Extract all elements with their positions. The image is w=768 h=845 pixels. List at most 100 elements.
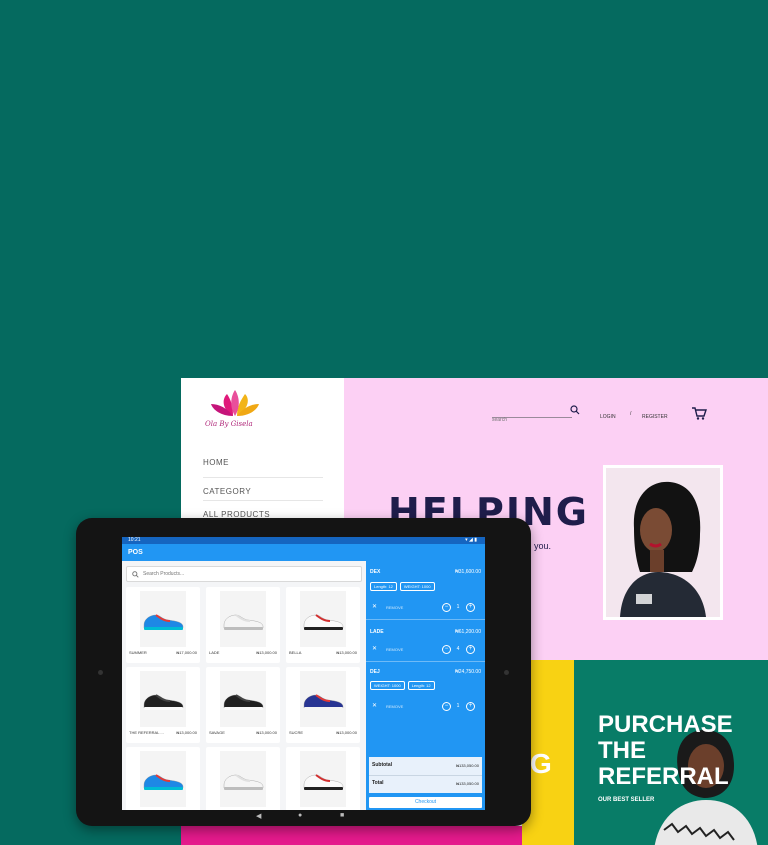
back-icon[interactable]: ◀ <box>256 812 261 820</box>
product-card[interactable]: SAVAGE ₦13,000.00 <box>206 667 280 743</box>
option-chip: WEIGHT: 1000 <box>399 582 435 591</box>
promo-banner[interactable]: PURCHASE THE REFERRAL OUR BEST SELLER <box>574 660 768 845</box>
product-name: LADE <box>209 650 220 655</box>
app-bar: POS <box>122 544 485 561</box>
logo-script-text: Ola By Gisela <box>205 420 253 428</box>
search-icon[interactable] <box>570 405 580 415</box>
status-time: 10:21 <box>128 537 141 543</box>
brand-logo[interactable]: Ola By Gisela <box>203 390 273 436</box>
divider <box>366 619 485 620</box>
remove-button[interactable]: REMOVE <box>386 704 403 709</box>
increment-button[interactable]: + <box>466 645 475 654</box>
product-image <box>220 751 266 807</box>
product-card[interactable]: THE REFERRAL ... ₦13,000.00 <box>126 667 200 743</box>
recents-icon[interactable]: ■ <box>340 812 344 819</box>
product-price: ₦13,000.00 <box>336 730 357 735</box>
product-image <box>300 751 346 807</box>
product-card[interactable] <box>126 747 200 810</box>
login-divider: / <box>630 411 632 417</box>
decrement-button[interactable]: − <box>442 603 451 612</box>
cart-item-name: LADE <box>370 629 384 635</box>
sneaker-icon <box>223 774 264 790</box>
register-link[interactable]: REGISTER <box>642 414 668 420</box>
product-image <box>220 591 266 647</box>
product-card[interactable] <box>206 747 280 810</box>
product-image <box>220 671 266 727</box>
product-card[interactable] <box>286 747 360 810</box>
tablet-device: 10:21 ▾ ◢ ▮ POS SUMMER ₦17,000.00 LADE ₦13,… <box>76 518 531 826</box>
home-icon[interactable]: ● <box>298 812 302 819</box>
model-portrait-icon <box>606 468 720 617</box>
remove-button[interactable]: REMOVE <box>386 647 403 652</box>
product-search <box>126 566 362 582</box>
product-price: ₦13,000.00 <box>256 650 277 655</box>
product-card[interactable]: LADE ₦13,000.00 <box>206 587 280 663</box>
quantity-value: 4 <box>456 646 460 652</box>
cart-panel: DEX ₦31,600.00 Length: 12 WEIGHT: 1000 ✕… <box>366 561 485 810</box>
site-nav: HOME CATEGORY ALL PRODUCTS <box>203 455 323 524</box>
sneaker-icon <box>223 694 264 710</box>
product-search-input[interactable] <box>143 569 343 579</box>
total-value: ₦133,050.00 <box>456 781 479 786</box>
cart-item-options: Length: 12 WEIGHT: 1000 <box>370 582 435 591</box>
product-image <box>140 591 186 647</box>
increment-button[interactable]: + <box>466 603 475 612</box>
nav-item-category[interactable]: CATEGORY <box>203 478 323 501</box>
option-chip: WEIGHT: 1000 <box>370 681 405 690</box>
cart-item-price: ₦61,200.00 <box>455 629 481 635</box>
product-price: ₦17,000.00 <box>176 650 197 655</box>
promo-line-1: PURCHASE <box>598 711 733 738</box>
banner-letter: G <box>530 748 552 779</box>
cart-item-name: DEJ <box>370 669 380 675</box>
status-bar: 10:21 ▾ ◢ ▮ <box>122 537 485 544</box>
decrement-button[interactable]: − <box>442 702 451 711</box>
cart-item-options: WEIGHT: 1000 Length: 12 <box>370 681 435 690</box>
product-card[interactable]: SUCRE ₦13,000.00 <box>286 667 360 743</box>
hero-model-photo <box>603 465 723 620</box>
promo-line-2: THE <box>598 737 646 764</box>
totals-divider <box>369 775 482 776</box>
product-image <box>140 751 186 807</box>
sneaker-icon <box>303 694 344 710</box>
sneaker-icon <box>143 614 184 630</box>
product-name: THE REFERRAL ... <box>129 730 164 735</box>
remove-icon[interactable]: ✕ <box>372 702 377 709</box>
site-sidebar: Ola By Gisela HOME CATEGORY ALL PRODUCTS <box>181 378 344 528</box>
product-image <box>300 671 346 727</box>
product-panel: SUMMER ₦17,000.00 LADE ₦13,000.00 BELLA ₦13,0… <box>122 561 366 810</box>
product-price: ₦13,000.00 <box>336 650 357 655</box>
checkout-button[interactable]: Checkout <box>369 797 482 808</box>
product-name: BELLA <box>289 650 302 655</box>
promo-subtitle: OUR BEST SELLER <box>598 797 655 803</box>
sneaker-icon <box>143 774 184 790</box>
product-image <box>140 671 186 727</box>
remove-button[interactable]: REMOVE <box>386 605 403 610</box>
product-image <box>300 591 346 647</box>
cart-item-name: DEX <box>370 569 381 575</box>
android-nav-bar: ◀ ● ■ <box>122 810 485 824</box>
remove-icon[interactable]: ✕ <box>372 603 377 610</box>
login-link[interactable]: LOGIN <box>600 414 616 420</box>
subtotal-value: ₦133,050.00 <box>456 763 479 768</box>
sneaker-icon <box>303 774 344 790</box>
tablet-sensor <box>504 670 509 675</box>
sneaker-icon <box>303 614 344 630</box>
product-name: SUCRE <box>289 730 304 735</box>
quantity-value: 1 <box>456 703 460 709</box>
remove-icon[interactable]: ✕ <box>372 645 377 652</box>
decrement-button[interactable]: − <box>442 645 451 654</box>
site-search-input[interactable] <box>492 415 552 425</box>
nav-item-home[interactable]: HOME <box>203 455 323 478</box>
product-card[interactable]: BELLA ₦13,000.00 <box>286 587 360 663</box>
pos-screen: 10:21 ▾ ◢ ▮ POS SUMMER ₦17,000.00 LADE ₦13,… <box>122 537 485 810</box>
status-icons: ▾ ◢ ▮ <box>465 537 477 543</box>
promo-line-3: REFERRAL <box>598 763 729 790</box>
total-label: Total <box>372 780 384 786</box>
product-name: SUMMER <box>129 650 147 655</box>
product-card[interactable]: SUMMER ₦17,000.00 <box>126 587 200 663</box>
option-chip: Length: 12 <box>370 582 397 591</box>
app-title: POS <box>128 549 143 556</box>
increment-button[interactable]: + <box>466 702 475 711</box>
cart-icon[interactable] <box>691 406 707 420</box>
tablet-camera <box>98 670 103 675</box>
